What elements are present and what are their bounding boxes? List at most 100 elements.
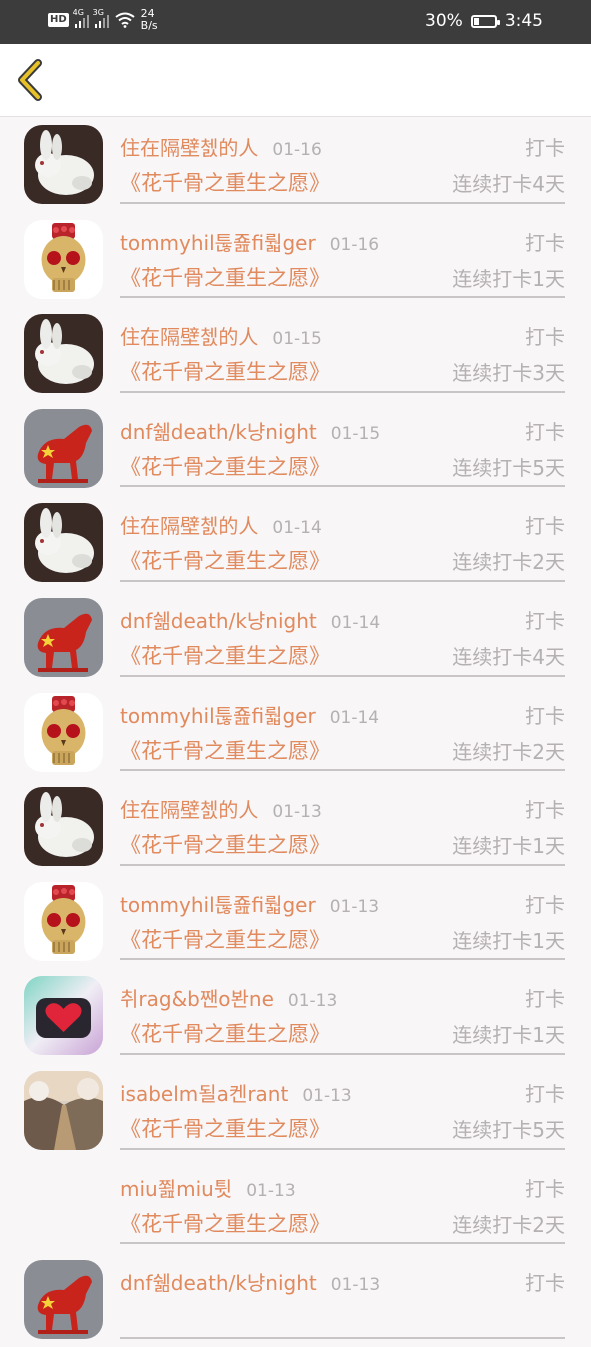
checkin-label: 打卡 bbox=[525, 608, 565, 633]
user-name[interactable]: 취rag&b짼o봔ne bbox=[120, 987, 274, 1011]
streak-text: 连续打卡4天 bbox=[452, 644, 565, 669]
user-avatar[interactable] bbox=[24, 1070, 103, 1150]
book-title[interactable]: 《花千骨之重生之愿》 bbox=[120, 1113, 330, 1143]
user-name-line: tommyhil툲죮fi뤏ger 01-16 bbox=[120, 227, 379, 256]
list-item[interactable]: dnf쉚death/k냥night 01-15 打卡 《花千骨之重生之愿》 连续打… bbox=[0, 401, 591, 496]
book-title[interactable]: 《花千骨之重生之愿》 bbox=[120, 167, 330, 197]
user-avatar[interactable] bbox=[24, 219, 103, 299]
checkin-date: 01-16 bbox=[329, 234, 380, 255]
checkin-label: 打卡 bbox=[525, 703, 565, 728]
user-name-line: 住在隔壁쳀的人 01-16 bbox=[120, 132, 322, 161]
chevron-left-icon[interactable] bbox=[14, 58, 48, 102]
row-divider bbox=[120, 1052, 565, 1055]
book-title[interactable]: 《花千骨之重生之愿》 bbox=[120, 735, 330, 765]
checkin-date: 01-13 bbox=[272, 802, 322, 823]
book-title[interactable]: 《花千骨之重生之愿》 bbox=[120, 262, 330, 292]
user-name[interactable]: tommyhil툲죮fi뤏ger bbox=[120, 231, 316, 255]
row-divider bbox=[120, 1147, 565, 1150]
book-title[interactable]: 《花千骨之重生之愿》 bbox=[120, 924, 330, 954]
streak-text: 连续打卡2天 bbox=[452, 1212, 565, 1237]
row-divider bbox=[120, 201, 565, 204]
list-item[interactable]: 住在隔壁쳀的人 01-14 打卡 《花千骨之重生之愿》 连续打卡2天 bbox=[0, 495, 591, 590]
checkin-record-list[interactable]: 住在隔壁쳀的人 01-16 打卡 《花千骨之重生之愿》 连续打卡4天 tommyh… bbox=[0, 117, 591, 1347]
network-speed: 24 B/s bbox=[140, 7, 158, 32]
user-name-line: 住在隔壁쳀的人 01-15 bbox=[120, 321, 322, 350]
user-avatar[interactable] bbox=[24, 692, 103, 772]
user-name-line: tommyhil툲죮fi뤏ger 01-13 bbox=[120, 889, 379, 918]
book-title[interactable]: 《花千骨之重生之愿》 bbox=[120, 545, 330, 575]
checkin-date: 01-14 bbox=[272, 518, 322, 539]
status-bar: HD 4G 3G 24 B/s 30% 3:45 bbox=[0, 0, 591, 44]
user-avatar[interactable] bbox=[24, 125, 103, 204]
checkin-date: 01-16 bbox=[272, 140, 322, 160]
streak-text: 连续打卡1天 bbox=[452, 266, 565, 291]
list-item[interactable]: dnf쉚death/k냥night 01-14 打卡 《花千骨之重生之愿》 连续打… bbox=[0, 590, 591, 685]
wifi-icon bbox=[115, 12, 135, 28]
status-right: 30% 3:45 bbox=[425, 11, 543, 31]
user-name[interactable]: tommyhil툲죮fi뤏ger bbox=[120, 893, 316, 917]
book-title[interactable]: 《花千骨之重生之愿》 bbox=[120, 451, 330, 481]
user-avatar[interactable] bbox=[24, 1166, 103, 1245]
checkin-label: 打卡 bbox=[525, 1271, 565, 1296]
list-item[interactable]: tommyhil툲죮fi뤏ger 01-16 打卡 《花千骨之重生之愿》 连续打卡… bbox=[0, 212, 591, 307]
row-divider bbox=[120, 579, 565, 582]
list-item[interactable]: isabelm될a켄rant 01-13 打卡 《花千骨之重生之愿》 连续打卡5天 bbox=[0, 1063, 591, 1158]
user-name[interactable]: dnf쉚death/k냥night bbox=[120, 420, 317, 444]
streak-text: 连续打卡1天 bbox=[452, 834, 565, 859]
user-name-line: isabelm될a켄rant 01-13 bbox=[120, 1078, 352, 1107]
user-name[interactable]: 住在隔壁쳀的人 bbox=[120, 514, 258, 538]
user-name-line: 住在隔壁쳀的人 01-14 bbox=[120, 510, 322, 539]
list-item[interactable]: miu쬞miu튓 01-13 打卡 《花千骨之重生之愿》 连续打卡2天 bbox=[0, 1158, 591, 1253]
list-item[interactable]: 住在隔壁쳀的人 01-16 打卡 《花千骨之重生之愿》 连续打卡4天 bbox=[0, 117, 591, 212]
status-indicators: HD 4G 3G 24 B/s bbox=[48, 8, 158, 32]
battery-icon bbox=[470, 14, 500, 28]
checkin-date: 01-13 bbox=[329, 896, 380, 917]
book-title[interactable]: 《花千骨之重生之愿》 bbox=[120, 829, 330, 859]
battery-percent: 30% bbox=[425, 11, 463, 31]
user-avatar[interactable] bbox=[24, 503, 103, 583]
list-item[interactable]: 住在隔壁쳀的人 01-15 打卡 《花千骨之重生之愿》 连续打卡3天 bbox=[0, 306, 591, 401]
row-divider bbox=[120, 863, 565, 866]
user-name[interactable]: 住在隔壁쳀的人 bbox=[120, 798, 258, 822]
user-avatar[interactable] bbox=[24, 314, 103, 394]
book-title[interactable]: 《花千骨之重生之愿》 bbox=[120, 1018, 330, 1048]
checkin-label: 打卡 bbox=[525, 892, 565, 917]
user-name-line: 취rag&b짼o봔ne 01-13 bbox=[120, 983, 337, 1012]
list-item[interactable]: tommyhil툲죮fi뤏ger 01-13 打卡 《花千骨之重生之愿》 连续打卡… bbox=[0, 874, 591, 969]
list-item[interactable]: dnf쉚death/k냥night 01-13 打卡 bbox=[0, 1252, 591, 1347]
user-avatar[interactable] bbox=[24, 408, 103, 488]
user-name[interactable]: tommyhil툲죮fi뤏ger bbox=[120, 704, 316, 728]
clock: 3:45 bbox=[504, 11, 543, 31]
user-avatar[interactable] bbox=[24, 976, 103, 1056]
user-avatar[interactable] bbox=[24, 597, 103, 677]
row-divider bbox=[120, 769, 565, 772]
book-title[interactable]: 《花千骨之重生之愿》 bbox=[120, 640, 330, 670]
user-name[interactable]: 住在隔壁쳀的人 bbox=[120, 325, 258, 349]
signal-3g-icon: 3G bbox=[93, 8, 109, 28]
list-item[interactable]: tommyhil툲죮fi뤏ger 01-14 打卡 《花千骨之重生之愿》 连续打卡… bbox=[0, 685, 591, 780]
user-avatar[interactable] bbox=[24, 1260, 103, 1340]
user-name-line: miu쬞miu튓 01-13 bbox=[120, 1173, 296, 1202]
list-item[interactable]: 住在隔壁쳀的人 01-13 打卡 《花千骨之重生之愿》 连续打卡1天 bbox=[0, 779, 591, 874]
streak-text: 连续打卡2天 bbox=[452, 739, 565, 764]
streak-text: 连续打卡5天 bbox=[452, 455, 565, 480]
checkin-label: 打卡 bbox=[525, 230, 565, 255]
user-name[interactable]: dnf쉚death/k냥night bbox=[120, 1271, 317, 1295]
user-name-line: tommyhil툲죮fi뤏ger 01-14 bbox=[120, 700, 379, 729]
list-item[interactable]: 취rag&b짼o봔ne 01-13 打卡 《花千骨之重生之愿》 连续打卡1天 bbox=[0, 968, 591, 1063]
checkin-label: 打卡 bbox=[525, 798, 565, 823]
checkin-label: 打卡 bbox=[525, 1176, 565, 1201]
user-name[interactable]: miu쬞miu튓 bbox=[120, 1177, 232, 1201]
user-name[interactable]: 住在隔壁쳀的人 bbox=[120, 136, 258, 160]
book-title[interactable]: 《花千骨之重生之愿》 bbox=[120, 1208, 330, 1238]
streak-text: 连续打卡1天 bbox=[452, 928, 565, 953]
checkin-date: 01-15 bbox=[330, 423, 381, 444]
user-name[interactable]: dnf쉚death/k냥night bbox=[120, 609, 317, 633]
user-avatar[interactable] bbox=[24, 881, 103, 961]
streak-text: 连续打卡1天 bbox=[452, 1023, 565, 1048]
user-avatar[interactable] bbox=[24, 787, 103, 867]
book-title[interactable]: 《花千骨之重生之愿》 bbox=[120, 356, 330, 386]
user-name[interactable]: isabelm될a켄rant bbox=[120, 1082, 288, 1106]
row-divider bbox=[120, 296, 565, 299]
checkin-label: 打卡 bbox=[525, 514, 565, 539]
